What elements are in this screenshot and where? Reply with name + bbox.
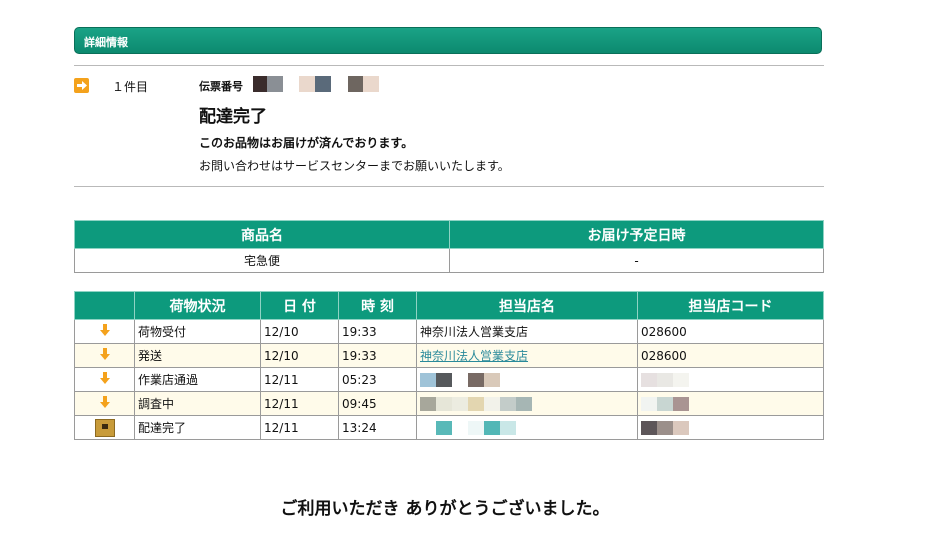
down-arrow-icon [99,324,110,336]
thank-you-message: ご利用いただき ありがとうございました。 [280,499,610,519]
row-code-redacted [637,391,824,416]
delivery-schedule-cell: - [449,248,824,273]
table-row: 調査中 12/11 09:45 [74,391,824,416]
row-icon-cell [74,343,135,368]
slip-number-label: 伝票番号 [199,80,243,93]
row-store-redacted [416,367,638,392]
tracking-header-status: 荷物状況 [134,291,261,320]
down-arrow-icon [99,348,110,360]
tracking-header-icon [74,291,135,320]
row-icon-cell [74,367,135,392]
product-name-cell: 宅急便 [74,248,450,273]
row-date: 12/10 [260,319,339,344]
row-code-redacted [637,367,824,392]
delivered-box-icon [94,418,115,437]
detail-header-bar: 詳細情報 [74,27,822,54]
detail-header-title: 詳細情報 [84,36,128,49]
tracking-header-date: 日 付 [260,291,339,320]
row-store-redacted [416,391,638,416]
row-date: 12/11 [260,391,339,416]
tracking-header-code: 担当店コード [637,291,824,320]
row-store-redacted [416,415,638,440]
product-table: 商品名 お届け予定日時 宅急便 - [74,220,824,273]
row-code: 028600 [637,319,824,344]
table-row: 配達完了 12/11 13:24 [74,415,824,440]
tracking-table: 荷物状況 日 付 時 刻 担当店名 担当店コード 荷物受付 12/10 19:3… [74,291,824,440]
row-time: 05:23 [338,367,417,392]
tracking-header-store: 担当店名 [416,291,638,320]
down-arrow-icon [99,396,110,408]
row-code-redacted [637,415,824,440]
tracking-header-row: 荷物状況 日 付 時 刻 担当店名 担当店コード [74,291,824,320]
product-name-header: 商品名 [74,220,450,249]
row-date: 12/11 [260,367,339,392]
status-message: このお品物はお届けが済んでおります。 [199,136,414,150]
table-row: 発送 12/10 19:33 神奈川法人営業支店 028600 [74,343,824,368]
row-status: 配達完了 [134,415,261,440]
store-link[interactable]: 神奈川法人営業支店 [420,349,528,363]
row-code: 028600 [637,343,824,368]
row-time: 19:33 [338,319,417,344]
row-time: 19:33 [338,343,417,368]
row-date: 12/10 [260,343,339,368]
row-status: 調査中 [134,391,261,416]
down-arrow-icon [99,372,110,384]
row-icon-cell [74,319,135,344]
row-time: 09:45 [338,391,417,416]
item-number: １件目 [112,80,149,94]
table-row: 荷物受付 12/10 19:33 神奈川法人営業支店 028600 [74,319,824,344]
tracking-header-time: 時 刻 [338,291,417,320]
divider-bottom [74,186,824,187]
delivery-schedule-header: お届け予定日時 [449,220,824,249]
row-store: 神奈川法人営業支店 [416,319,638,344]
row-status: 発送 [134,343,261,368]
arrow-right-icon [74,78,89,93]
row-store: 神奈川法人営業支店 [416,343,638,368]
status-title: 配達完了 [199,107,267,127]
row-status: 荷物受付 [134,319,261,344]
row-icon-cell [74,415,135,440]
row-date: 12/11 [260,415,339,440]
table-row: 作業店通過 12/11 05:23 [74,367,824,392]
inquiry-message: お問い合わせはサービスセンターまでお願いいたします。 [199,159,510,173]
divider-top [74,65,824,66]
row-icon-cell [74,391,135,416]
row-time: 13:24 [338,415,417,440]
row-status: 作業店通過 [134,367,261,392]
